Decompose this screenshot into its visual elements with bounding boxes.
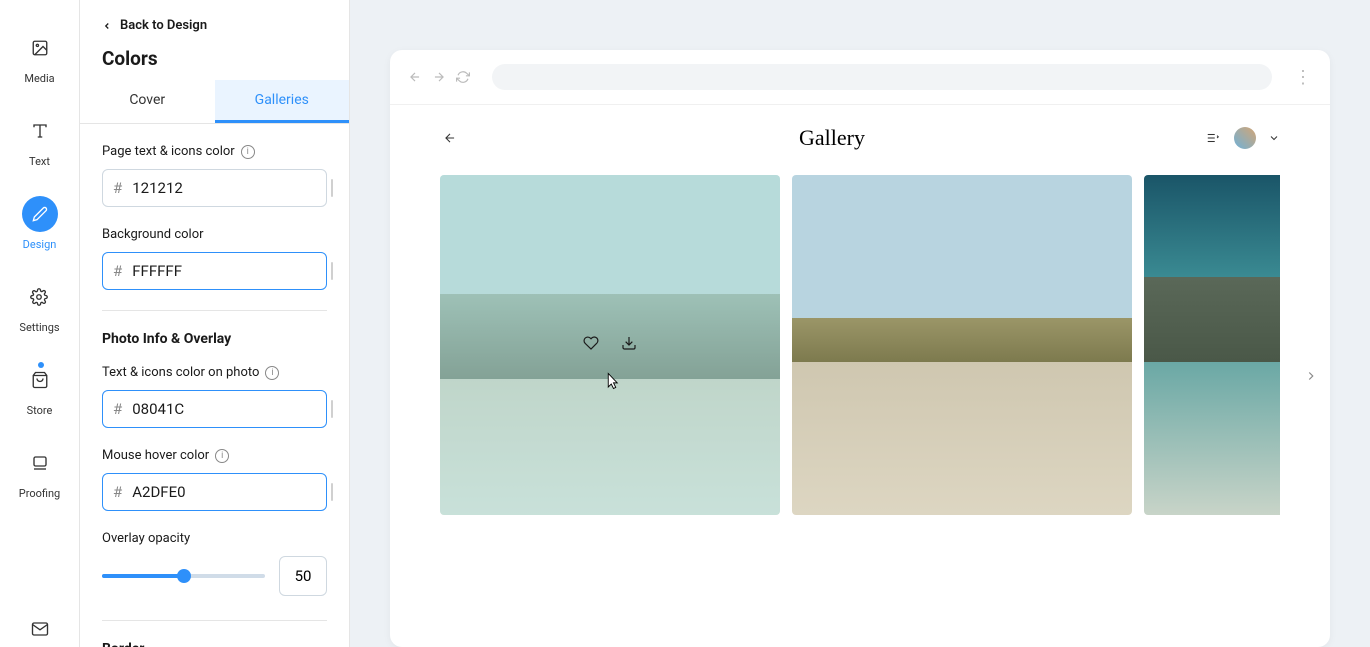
gallery-preview: Gallery <box>390 105 1330 647</box>
browser-toolbar: ⋮ <box>390 50 1330 105</box>
hash-prefix: # <box>113 400 122 418</box>
nav-mail[interactable] <box>22 611 58 647</box>
hash-prefix: # <box>113 179 122 197</box>
gallery-thumbnail[interactable] <box>440 175 780 515</box>
gear-icon <box>21 279 57 315</box>
section-overlay-title: Photo Info & Overlay <box>102 331 327 347</box>
canvas-area: ⋮ Gallery <box>350 0 1370 647</box>
gallery-row <box>440 175 1280 515</box>
browser-back-button[interactable] <box>408 70 422 84</box>
back-link[interactable]: Back to Design <box>102 18 327 33</box>
nav-label: Settings <box>19 321 59 334</box>
info-icon[interactable]: i <box>265 366 279 380</box>
color-swatch[interactable] <box>331 400 333 418</box>
background-color-input[interactable]: # <box>102 252 327 290</box>
info-icon[interactable]: i <box>241 145 255 159</box>
chevron-down-icon[interactable] <box>1268 132 1280 144</box>
pencil-icon <box>22 196 58 232</box>
text-on-photo-label: Text & icons color on photo i <box>102 365 327 380</box>
divider <box>102 620 327 621</box>
heart-icon[interactable] <box>583 335 599 351</box>
nav-label: Media <box>24 72 54 85</box>
image-icon <box>22 30 58 66</box>
notification-badge <box>38 362 44 368</box>
nav-settings[interactable]: Settings <box>19 279 59 334</box>
panel-title: Colors <box>102 47 327 70</box>
stamp-icon <box>22 445 58 481</box>
chevron-left-icon <box>102 21 112 31</box>
nav-label: Text <box>29 155 50 168</box>
color-swatch[interactable] <box>331 179 333 197</box>
opacity-label: Overlay opacity <box>102 531 327 546</box>
nav-label: Proofing <box>19 487 60 500</box>
color-swatch[interactable] <box>331 483 333 501</box>
hex-input[interactable] <box>132 483 331 501</box>
nav-label: Design <box>23 238 57 251</box>
opacity-slider[interactable] <box>102 574 265 578</box>
hex-input[interactable] <box>132 400 331 418</box>
back-label: Back to Design <box>120 18 207 33</box>
nav-proofing[interactable]: Proofing <box>19 445 60 500</box>
gallery-next-button[interactable] <box>1304 365 1318 387</box>
browser-reload-button[interactable] <box>456 70 470 84</box>
background-label: Background color <box>102 227 327 242</box>
gallery-thumbnail[interactable] <box>792 175 1132 515</box>
hex-input[interactable] <box>132 179 331 197</box>
browser-menu-button[interactable]: ⋮ <box>1294 67 1312 88</box>
page-text-label: Page text & icons color i <box>102 144 327 159</box>
avatar[interactable] <box>1234 127 1256 149</box>
opacity-value-input[interactable] <box>279 556 327 596</box>
slider-fill <box>102 574 184 578</box>
nav-store[interactable]: Store <box>22 362 58 417</box>
mail-icon <box>22 611 58 647</box>
color-swatch[interactable] <box>331 262 333 280</box>
nav-label: Store <box>27 404 53 417</box>
divider <box>102 310 327 311</box>
text-on-photo-color-input[interactable]: # <box>102 390 327 428</box>
section-border-title: Border <box>102 641 327 647</box>
slider-thumb[interactable] <box>177 569 191 583</box>
hash-prefix: # <box>113 483 122 501</box>
preview-back-button[interactable] <box>440 131 460 145</box>
nav-text[interactable]: Text <box>22 113 58 168</box>
url-bar[interactable] <box>492 64 1272 90</box>
cursor-icon <box>603 370 621 392</box>
download-icon[interactable] <box>621 335 637 351</box>
nav-design[interactable]: Design <box>22 196 58 251</box>
list-icon[interactable] <box>1204 131 1222 145</box>
nav-media[interactable]: Media <box>22 30 58 85</box>
tab-cover[interactable]: Cover <box>80 80 215 123</box>
page-text-color-input[interactable]: # <box>102 169 327 207</box>
hover-label: Mouse hover color i <box>102 448 327 463</box>
hex-input[interactable] <box>132 262 331 280</box>
text-icon <box>22 113 58 149</box>
info-icon[interactable]: i <box>215 449 229 463</box>
browser-frame: ⋮ Gallery <box>390 50 1330 647</box>
settings-panel: Back to Design Colors Cover Galleries Pa… <box>80 0 350 647</box>
gallery-title: Gallery <box>799 125 865 151</box>
hover-color-input[interactable]: # <box>102 473 327 511</box>
tab-galleries[interactable]: Galleries <box>215 80 350 123</box>
hash-prefix: # <box>113 262 122 280</box>
browser-forward-button[interactable] <box>432 70 446 84</box>
gallery-thumbnail[interactable] <box>1144 175 1280 515</box>
tabs: Cover Galleries <box>80 80 349 124</box>
side-nav: Media Text Design Settings Store Proofin… <box>0 0 80 647</box>
